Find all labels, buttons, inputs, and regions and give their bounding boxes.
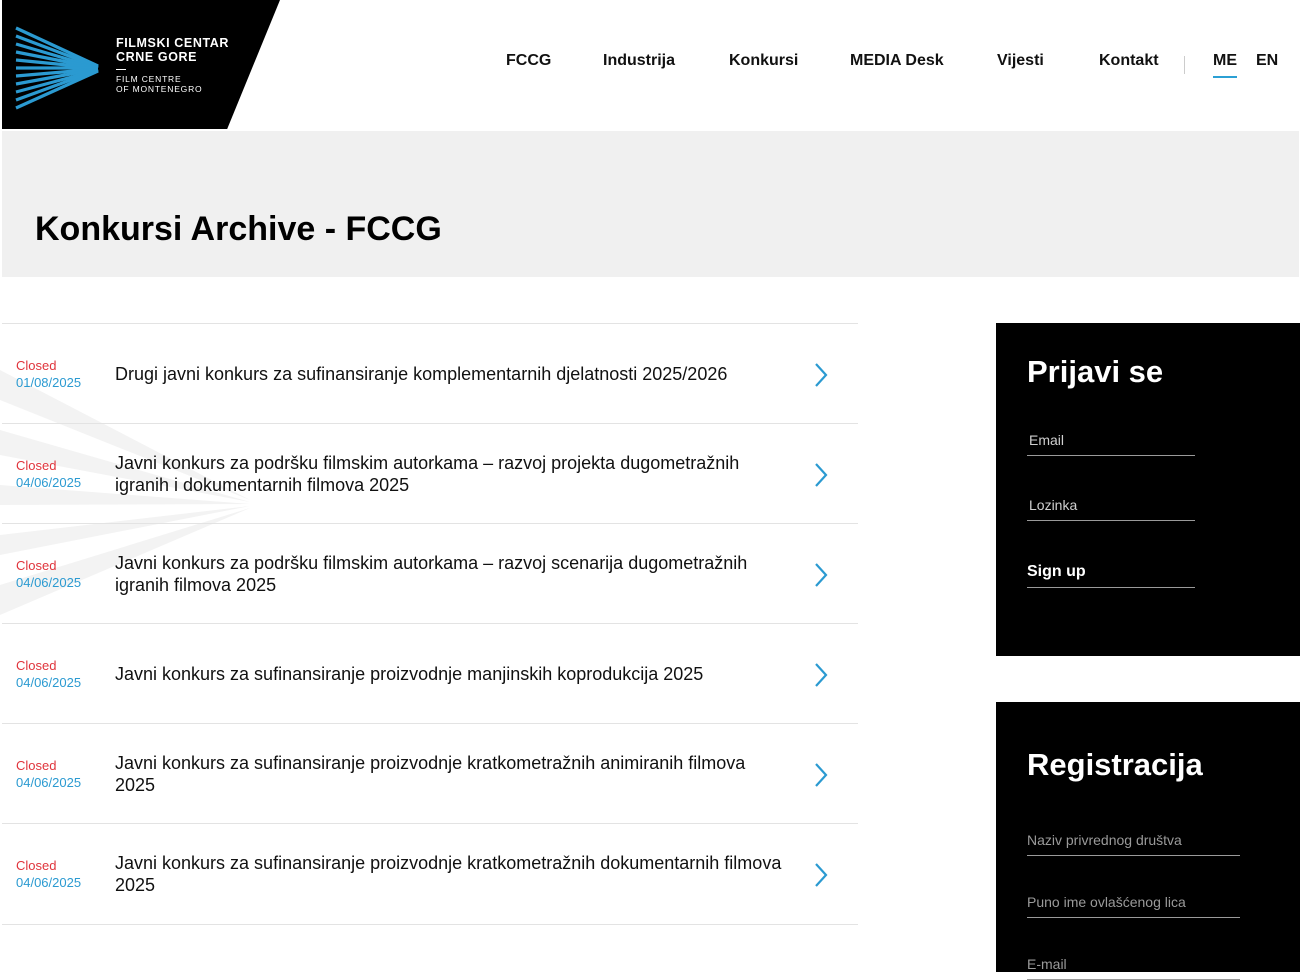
- site-header: FILMSKI CENTAR CRNE GORE FILM CENTRE OF …: [0, 0, 1300, 130]
- page-title-band: Konkursi Archive - FCCG: [2, 131, 1299, 277]
- nav-vijesti[interactable]: Vijesti: [997, 52, 1044, 70]
- sign-up-button[interactable]: Sign up: [1027, 561, 1195, 588]
- lang-en[interactable]: EN: [1256, 52, 1278, 70]
- chevron-right-icon[interactable]: [812, 362, 830, 388]
- login-panel: Prijavi se Email Lozinka Sign up: [996, 323, 1300, 656]
- registration-panel: Registracija Naziv privrednog društva Pu…: [996, 702, 1300, 980]
- nav-fccg[interactable]: FCCG: [506, 52, 551, 70]
- logo-rays-icon: [15, 26, 99, 110]
- call-title[interactable]: Javni konkurs za podršku filmskim autork…: [115, 452, 785, 496]
- password-field[interactable]: Lozinka: [1027, 496, 1195, 521]
- registration-email-placeholder: E-mail: [1027, 956, 1067, 972]
- email-field[interactable]: Email: [1027, 431, 1195, 456]
- nav-divider: [1184, 56, 1185, 74]
- chevron-right-icon[interactable]: [812, 462, 830, 488]
- call-title[interactable]: Javni konkurs za podršku filmskim autork…: [115, 552, 785, 596]
- login-title: Prijavi se: [1027, 354, 1164, 389]
- nav-media-desk[interactable]: MEDIA Desk: [850, 52, 944, 70]
- status-badge: Closed: [16, 358, 57, 373]
- nav-kontakt[interactable]: Kontakt: [1099, 52, 1159, 70]
- call-title[interactable]: Javni konkurs za sufinansiranje proizvod…: [115, 663, 785, 685]
- page-title: Konkursi Archive - FCCG: [35, 210, 442, 248]
- status-badge: Closed: [16, 858, 57, 873]
- chevron-right-icon[interactable]: [812, 762, 830, 788]
- lang-me[interactable]: ME: [1213, 52, 1237, 78]
- chevron-right-icon[interactable]: [812, 662, 830, 688]
- call-date: 04/06/2025: [16, 475, 82, 490]
- call-row[interactable]: Closed 04/06/2025 Javni konkurs za sufin…: [2, 723, 858, 823]
- logo-title: FILMSKI CENTAR CRNE GORE: [116, 36, 230, 64]
- call-row[interactable]: Closed 04/06/2025 Javni konkurs za podrš…: [2, 423, 858, 523]
- status-badge: Closed: [16, 658, 57, 673]
- call-date: 04/06/2025: [16, 575, 82, 590]
- call-row[interactable]: Closed 04/06/2025 Javni konkurs za sufin…: [2, 623, 858, 723]
- call-date: 04/06/2025: [16, 775, 82, 790]
- call-row[interactable]: Closed 04/06/2025 Javni konkurs za sufin…: [2, 823, 858, 925]
- call-row[interactable]: Closed 04/06/2025 Javni konkurs za podrš…: [2, 523, 858, 623]
- status-badge: Closed: [16, 558, 57, 573]
- password-placeholder: Lozinka: [1029, 497, 1078, 513]
- call-title[interactable]: Javni konkurs za sufinansiranje proizvod…: [115, 852, 785, 896]
- nav-industrija[interactable]: Industrija: [603, 52, 675, 70]
- chevron-right-icon[interactable]: [812, 862, 830, 888]
- company-name-placeholder: Naziv privrednog društva: [1027, 832, 1182, 848]
- status-badge: Closed: [16, 758, 57, 773]
- call-date: 04/06/2025: [16, 875, 82, 890]
- status-badge: Closed: [16, 458, 57, 473]
- registration-title: Registracija: [1027, 747, 1203, 782]
- calls-list: Closed 01/08/2025 Drugi javni konkurs za…: [2, 323, 858, 925]
- logo-divider: [116, 69, 126, 70]
- call-row[interactable]: Closed 01/08/2025 Drugi javni konkurs za…: [2, 323, 858, 423]
- nav-konkursi[interactable]: Konkursi: [729, 52, 798, 70]
- authorized-person-field[interactable]: Puno ime ovlašćenog lica: [1027, 893, 1240, 918]
- email-placeholder: Email: [1029, 432, 1065, 448]
- chevron-right-icon[interactable]: [812, 562, 830, 588]
- company-name-field[interactable]: Naziv privrednog društva: [1027, 831, 1240, 856]
- sign-up-label: Sign up: [1027, 563, 1086, 580]
- call-date: 04/06/2025: [16, 675, 82, 690]
- site-logo[interactable]: FILMSKI CENTAR CRNE GORE FILM CENTRE OF …: [2, 0, 280, 129]
- registration-email-field[interactable]: E-mail: [1027, 955, 1240, 980]
- call-title[interactable]: Drugi javni konkurs za sufinansiranje ko…: [115, 363, 785, 385]
- logo-subtitle: FILM CENTRE OF MONTENEGRO: [116, 74, 203, 94]
- call-title[interactable]: Javni konkurs za sufinansiranje proizvod…: [115, 752, 785, 796]
- authorized-person-placeholder: Puno ime ovlašćenog lica: [1027, 894, 1186, 910]
- call-date: 01/08/2025: [16, 375, 82, 390]
